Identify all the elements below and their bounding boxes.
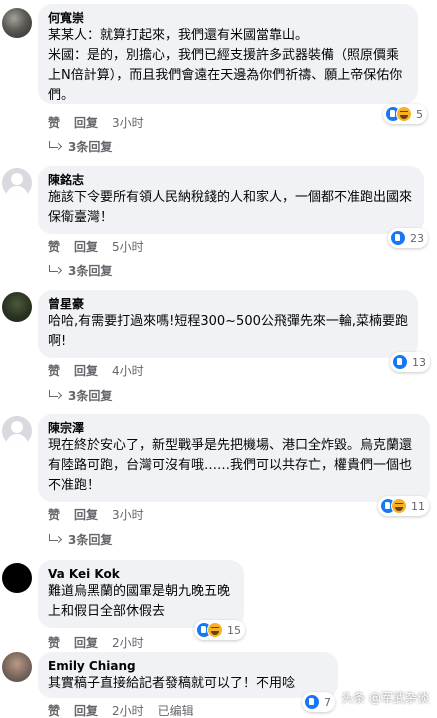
haha-icon bbox=[396, 106, 412, 122]
comment-text: 其實稿子直接給記者發稿就可以了！不用唸 bbox=[48, 676, 296, 691]
edited-label[interactable]: 已编辑 bbox=[158, 702, 194, 718]
comment-actions: 赞 回复 2小时 已编辑 bbox=[48, 702, 194, 718]
reaction-summary[interactable]: 23 bbox=[388, 228, 428, 248]
default-avatar-icon bbox=[11, 421, 23, 433]
comment-bubble: Emily Chiang 其實稿子直接給記者發稿就可以了！不用唸 bbox=[38, 652, 338, 698]
comment-text: 某某人：就算打起來，我們還有米國當靠山。 米國：是的，別擔心，我們已經支援許多武… bbox=[48, 28, 403, 103]
view-replies-link[interactable]: 3条回复 bbox=[48, 387, 112, 404]
timestamp[interactable]: 5小时 bbox=[112, 238, 144, 255]
author-name[interactable]: 曾星豪 bbox=[48, 296, 408, 312]
view-replies-link[interactable]: 3条回复 bbox=[48, 138, 112, 155]
comment-actions: 赞 回复 3小时 bbox=[48, 506, 144, 523]
reaction-count: 7 bbox=[324, 695, 331, 709]
avatar[interactable] bbox=[2, 652, 32, 682]
avatar[interactable] bbox=[2, 8, 32, 38]
author-name[interactable]: Va Kei Kok bbox=[48, 566, 234, 582]
reply-arrow-icon bbox=[48, 264, 62, 277]
like-button[interactable]: 赞 bbox=[48, 362, 60, 379]
haha-icon bbox=[207, 622, 223, 638]
reply-arrow-icon bbox=[48, 389, 62, 402]
haha-icon bbox=[391, 498, 407, 514]
comment-text: 難道烏黑蘭的國軍是朝九晚五晚上和假日全部休假去 bbox=[48, 584, 231, 619]
replies-count[interactable]: 3条回复 bbox=[68, 138, 112, 155]
reply-button[interactable]: 回复 bbox=[74, 114, 98, 131]
like-icon bbox=[392, 354, 408, 370]
author-name[interactable]: 何寬崇 bbox=[48, 10, 408, 26]
avatar[interactable] bbox=[2, 292, 32, 322]
reaction-summary[interactable]: 13 bbox=[390, 352, 430, 372]
like-button[interactable]: 赞 bbox=[48, 506, 60, 523]
timestamp[interactable]: 4小时 bbox=[112, 362, 144, 379]
comment-text: 哈哈,有需要打過來嗎!短程300~500公飛彈先來一輪,菜楠要跑啊! bbox=[48, 314, 408, 349]
reaction-summary[interactable]: 5 bbox=[383, 104, 427, 124]
comment-actions: 赞 回复 3小时 bbox=[48, 114, 144, 131]
comment-bubble: 何寬崇 某某人：就算打起來，我們還有米國當靠山。 米國：是的，別擔心，我們已經支… bbox=[38, 4, 418, 104]
author-name[interactable]: Emily Chiang bbox=[48, 658, 328, 674]
view-replies-link[interactable]: 3条回复 bbox=[48, 262, 112, 279]
comment-bubble: 陳銘志 施該下令要所有領人民納稅錢的人和家人，一個都不准跑出國來保衛臺灣！ bbox=[38, 166, 424, 234]
comment-bubble: 陳宗澤 現在終於安心了，新型戰爭是先把機場、港口全炸毀。烏克蘭還有陸路可跑，台灣… bbox=[38, 414, 430, 502]
comment-actions: 赞 回复 2小时 bbox=[48, 634, 144, 651]
avatar[interactable] bbox=[2, 416, 32, 446]
reaction-summary[interactable]: 11 bbox=[378, 496, 429, 516]
watermark: 头条 @军武杂谈 bbox=[341, 691, 429, 705]
reaction-summary[interactable]: 15 bbox=[194, 620, 245, 640]
timestamp[interactable]: 3小时 bbox=[112, 506, 144, 523]
author-name[interactable]: 陳銘志 bbox=[48, 172, 414, 188]
reply-button[interactable]: 回复 bbox=[74, 238, 98, 255]
reaction-count: 5 bbox=[416, 107, 423, 121]
timestamp[interactable]: 2小时 bbox=[112, 634, 144, 651]
reaction-count: 23 bbox=[410, 231, 424, 245]
reply-button[interactable]: 回复 bbox=[74, 362, 98, 379]
reply-button[interactable]: 回复 bbox=[74, 702, 98, 718]
comment-text: 施該下令要所有領人民納稅錢的人和家人，一個都不准跑出國來保衛臺灣！ bbox=[48, 190, 413, 225]
timestamp[interactable]: 3小时 bbox=[112, 114, 144, 131]
like-icon bbox=[304, 694, 320, 710]
reaction-summary[interactable]: 7 bbox=[302, 692, 335, 712]
reaction-count: 11 bbox=[411, 499, 425, 513]
reaction-count: 13 bbox=[412, 355, 426, 369]
replies-count[interactable]: 3条回复 bbox=[68, 262, 112, 279]
reply-arrow-icon bbox=[48, 533, 62, 546]
reply-button[interactable]: 回复 bbox=[74, 506, 98, 523]
replies-count[interactable]: 3条回复 bbox=[68, 387, 112, 404]
like-icon bbox=[390, 230, 406, 246]
comment-bubble: Va Kei Kok 難道烏黑蘭的國軍是朝九晚五晚上和假日全部休假去 bbox=[38, 560, 244, 628]
like-button[interactable]: 赞 bbox=[48, 238, 60, 255]
reply-arrow-icon bbox=[48, 140, 62, 153]
avatar[interactable] bbox=[2, 563, 32, 593]
comment-actions: 赞 回复 4小时 bbox=[48, 362, 144, 379]
timestamp[interactable]: 2小时 bbox=[112, 702, 144, 718]
author-name[interactable]: 陳宗澤 bbox=[48, 420, 420, 436]
replies-count[interactable]: 3条回复 bbox=[68, 531, 112, 548]
comment-actions: 赞 回复 5小时 bbox=[48, 238, 144, 255]
like-button[interactable]: 赞 bbox=[48, 702, 60, 718]
reaction-count: 15 bbox=[227, 623, 241, 637]
like-button[interactable]: 赞 bbox=[48, 114, 60, 131]
view-replies-link[interactable]: 3条回复 bbox=[48, 531, 112, 548]
avatar[interactable] bbox=[2, 168, 32, 198]
reply-button[interactable]: 回复 bbox=[74, 634, 98, 651]
like-button[interactable]: 赞 bbox=[48, 634, 60, 651]
comment-text: 現在終於安心了，新型戰爭是先把機場、港口全炸毀。烏克蘭還有陸路可跑，台灣可沒有哦… bbox=[48, 438, 413, 493]
comment-bubble: 曾星豪 哈哈,有需要打過來嗎!短程300~500公飛彈先來一輪,菜楠要跑啊! bbox=[38, 290, 418, 358]
default-avatar-icon bbox=[11, 173, 23, 185]
